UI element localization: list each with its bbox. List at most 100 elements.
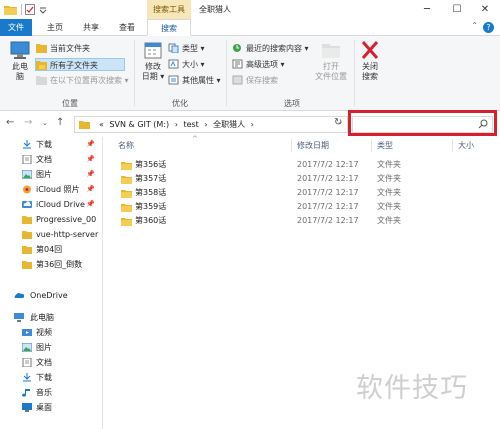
this-pc-button[interactable]: 此电 脑 [3,40,37,82]
file-name: 第360话 [135,216,167,225]
recent-searches-button[interactable]: 最近的搜索内容 ▾ [232,42,309,55]
folder-icon [22,231,32,239]
file-row[interactable]: 第359话 2017/7/2 12:17 文件夹 [104,200,500,214]
folder-icon [121,162,132,170]
current-folder-label: 当前文件夹 [50,44,90,53]
nav-item-documents[interactable]: 文档 📌 [0,152,102,167]
kind-button[interactable]: 类型 ▾ [168,42,205,55]
collapse-ribbon-icon[interactable]: ⌃ [471,21,478,30]
breadcrumb-separator[interactable]: › [175,120,178,129]
column-divider[interactable] [371,139,372,152]
column-header-name[interactable]: 名称 [118,137,134,154]
close-window-button[interactable]: ✕ [470,0,500,19]
breadcrumb-separator[interactable]: › [204,120,207,129]
properties-icon[interactable] [25,4,35,15]
sort-chevron-icon: ^ [192,135,198,143]
nav-item-label: 图片 [36,170,52,179]
nav-item-ep36[interactable]: 第36回_倒数 [0,257,102,272]
nav-item-downloads[interactable]: 下载 📌 [0,137,102,152]
nav-item-pictures[interactable]: 图片 📌 [0,167,102,182]
tab-home[interactable]: 主页 [40,19,70,36]
size-button[interactable]: 大小 ▾ [168,58,205,71]
kind-label: 类型 [182,44,198,53]
nav-item-music[interactable]: 音乐 [0,385,102,400]
open-file-location-button[interactable]: 打开 文件位置 [311,40,351,82]
folder-icon [22,216,32,224]
advanced-options-button[interactable]: 高级选项 ▾ [232,58,285,71]
nav-item-label: iCloud 照片 [36,185,80,194]
folder-icon [121,176,132,184]
current-folder-button[interactable]: 当前文件夹 [36,42,90,55]
tab-share[interactable]: 共享 [76,19,106,36]
file-row[interactable]: 第360话 2017/7/2 12:17 文件夹 [104,214,500,228]
save-search-button[interactable]: 保存搜索 [232,74,278,87]
search-again-button[interactable]: 在以下位置再次搜索 ▾ [36,74,129,87]
nav-item-progressive[interactable]: Progressive_00 [0,212,102,227]
file-row[interactable]: 第357话 2017/7/2 12:17 文件夹 [104,172,500,186]
folder-search-icon [36,76,47,85]
file-row[interactable]: 第356话 2017/7/2 12:17 文件夹 [104,158,500,172]
column-header-type[interactable]: 类型 [377,137,393,154]
file-row[interactable]: 第358话 2017/7/2 12:17 文件夹 [104,186,500,200]
customize-toolbar-icon[interactable] [38,4,48,15]
folder-icon [36,44,47,53]
title-bar: 搜索工具 全职猎人 ─ ☐ ✕ [0,0,500,19]
pin-icon[interactable]: 📌 [86,152,95,167]
modified-date-button[interactable]: 修改 日期 ▾ [136,40,170,82]
folder-icon [22,261,32,269]
advanced-options-label: 高级选项 [246,60,278,69]
nav-item-this-pc[interactable]: 此电脑 [0,310,102,325]
breadcrumb-test[interactable]: test [183,120,198,129]
nav-item-downloads-pc[interactable]: 下载 [0,370,102,385]
nav-item-documents-pc[interactable]: 文档 [0,355,102,370]
column-divider[interactable] [452,139,453,152]
nav-item-label: 图片 [36,343,52,352]
download-icon [23,140,31,149]
breadcrumb-current[interactable]: 全职猎人 [213,120,245,129]
file-date: 2017/7/2 12:17 [297,216,359,225]
minimize-button[interactable]: ─ [412,0,442,19]
folder-icon[interactable] [4,4,17,15]
context-tab-search-tools: 搜索工具 [147,0,191,19]
search-highlight-frame [348,110,497,136]
address-bar[interactable]: « SVN & GIT (M:) › test › 全职猎人 › ⌄ [74,116,348,133]
breadcrumb-drive[interactable]: SVN & GIT (M:) [109,120,169,129]
nav-item-ep04[interactable]: 第04回 [0,242,102,257]
refresh-icon[interactable]: ↻ [334,117,342,128]
nav-item-label: 下载 [36,140,52,149]
nav-item-icloud-drive[interactable]: iCloud Drive 📌 [0,197,102,212]
nav-item-vue-http-server[interactable]: vue-http-server [0,227,102,242]
nav-item-videos[interactable]: 视频 [0,325,102,340]
pin-icon[interactable]: 📌 [86,182,95,197]
forward-arrow-icon[interactable]: → [24,117,32,128]
nav-item-icloud-photos[interactable]: iCloud 照片 📌 [0,182,102,197]
up-arrow-icon[interactable]: ↑ [56,117,64,128]
column-header-date[interactable]: 修改日期 [297,137,329,154]
tab-search[interactable]: 搜索 [147,19,191,36]
pin-icon[interactable]: 📌 [86,137,95,152]
close-search-button[interactable]: 关闭 搜索 [353,40,387,82]
picture-icon [22,343,32,352]
maximize-button[interactable]: ☐ [442,0,472,19]
pin-icon[interactable]: 📌 [86,197,95,212]
help-icon[interactable]: ? [483,22,494,33]
tab-file[interactable]: 文件 [0,19,32,36]
column-divider[interactable] [291,139,292,152]
nav-item-desktop[interactable]: 桌面 [0,400,102,415]
pin-icon[interactable]: 📌 [86,167,95,182]
breadcrumb-separator[interactable]: › [251,120,254,129]
search-again-label: 在以下位置再次搜索 [50,76,122,85]
close-search-label: 关闭 搜索 [362,62,378,81]
back-arrow-icon[interactable]: ← [6,117,14,128]
group-label-options: 选项 [284,99,300,108]
breadcrumb-overflow[interactable]: « [99,120,104,129]
nav-item-pictures-pc[interactable]: 图片 [0,340,102,355]
recent-locations-chevron-icon[interactable]: ⌄ [42,119,48,127]
other-properties-button[interactable]: 其他属性 ▾ [168,74,221,87]
nav-item-onedrive[interactable]: OneDrive [0,288,102,303]
tab-view[interactable]: 查看 [112,19,142,36]
nav-item-label: 第04回 [36,245,63,254]
size-icon [168,59,179,69]
all-subfolders-button[interactable]: 所有子文件夹 [35,58,125,71]
column-header-size[interactable]: 大小 [458,137,474,154]
